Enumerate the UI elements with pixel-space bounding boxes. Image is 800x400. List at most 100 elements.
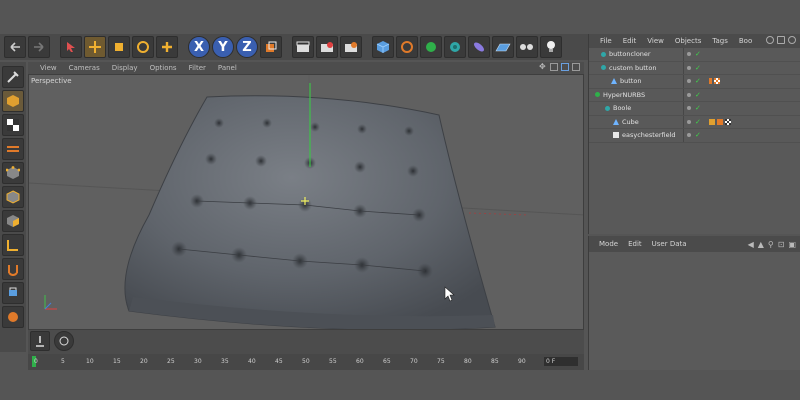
enabled-check-icon[interactable]: ✓ bbox=[695, 131, 701, 139]
render-view-icon[interactable] bbox=[292, 36, 314, 58]
coordinate-system-icon[interactable] bbox=[260, 36, 282, 58]
om-menu-tags[interactable]: Tags bbox=[712, 37, 728, 45]
viewport-zoom-icon[interactable] bbox=[550, 63, 558, 71]
current-frame-field[interactable]: 0 F bbox=[544, 357, 578, 366]
cube-object-icon[interactable] bbox=[372, 36, 394, 58]
enabled-check-icon[interactable]: ✓ bbox=[695, 77, 701, 85]
workplane-icon[interactable] bbox=[2, 138, 24, 160]
lock-workplane-icon[interactable] bbox=[2, 306, 24, 328]
tree-item-cube[interactable]: Cube ✓ bbox=[589, 116, 800, 129]
tag-icon[interactable] bbox=[717, 118, 723, 125]
viewport-menu-display[interactable]: Display bbox=[112, 64, 138, 72]
visibility-dot[interactable] bbox=[687, 133, 691, 137]
texture-mode-icon[interactable] bbox=[2, 114, 24, 136]
lock-icon[interactable]: ⊡ bbox=[778, 240, 785, 249]
add-icon[interactable] bbox=[156, 36, 178, 58]
tag-icon[interactable] bbox=[709, 78, 712, 84]
viewport-menu-cameras[interactable]: Cameras bbox=[69, 64, 100, 72]
enabled-check-icon[interactable]: ✓ bbox=[695, 118, 701, 126]
om-menu-view[interactable]: View bbox=[647, 37, 664, 45]
x-axis-icon[interactable]: X bbox=[188, 36, 210, 58]
floor-icon[interactable] bbox=[492, 36, 514, 58]
spline-pen-icon[interactable] bbox=[396, 36, 418, 58]
enabled-check-icon[interactable]: ✓ bbox=[695, 104, 701, 112]
timeline-record-icon[interactable] bbox=[54, 331, 74, 351]
texture-tag-icon[interactable] bbox=[714, 78, 720, 84]
make-editable-icon[interactable] bbox=[2, 66, 24, 88]
viewport-maximize-icon[interactable] bbox=[572, 63, 580, 71]
tree-item-hypernurbs[interactable]: HyperNURBS ✓ bbox=[589, 89, 800, 102]
deformer-icon[interactable] bbox=[468, 36, 490, 58]
edges-mode-icon[interactable] bbox=[2, 186, 24, 208]
nurbs-icon[interactable] bbox=[420, 36, 442, 58]
y-axis-icon[interactable]: Y bbox=[212, 36, 234, 58]
snap-icon[interactable] bbox=[2, 282, 24, 304]
visibility-dot[interactable] bbox=[687, 52, 691, 56]
tree-item-label: Cube bbox=[622, 117, 639, 126]
enabled-check-icon[interactable]: ✓ bbox=[695, 91, 701, 99]
viewport-move-icon[interactable]: ✥ bbox=[539, 63, 547, 71]
render-picture-viewer-icon[interactable] bbox=[316, 36, 338, 58]
om-home-icon[interactable] bbox=[777, 36, 785, 44]
search-icon[interactable]: ⚲ bbox=[768, 240, 774, 249]
viewport-menu-filter[interactable]: Filter bbox=[189, 64, 206, 72]
frame-label: 35 bbox=[221, 358, 229, 365]
tweak-mode-icon[interactable] bbox=[2, 258, 24, 280]
visibility-dot[interactable] bbox=[687, 106, 691, 110]
polygons-mode-icon[interactable] bbox=[2, 210, 24, 232]
points-mode-icon[interactable] bbox=[2, 162, 24, 184]
tree-item-button[interactable]: button ✓ bbox=[589, 75, 800, 89]
enabled-check-icon[interactable]: ✓ bbox=[695, 50, 701, 58]
redo-icon[interactable] bbox=[28, 36, 50, 58]
om-settings-icon[interactable] bbox=[788, 36, 796, 44]
am-menu-mode[interactable]: Mode bbox=[599, 240, 618, 248]
om-toolbar bbox=[766, 36, 796, 44]
render-settings-icon[interactable] bbox=[340, 36, 362, 58]
om-menu-objects[interactable]: Objects bbox=[675, 37, 701, 45]
om-menu-edit[interactable]: Edit bbox=[623, 37, 637, 45]
visibility-dot[interactable] bbox=[687, 65, 691, 70]
om-search-icon[interactable] bbox=[766, 36, 774, 44]
om-menu-file[interactable]: File bbox=[600, 37, 612, 45]
enabled-check-icon[interactable]: ✓ bbox=[695, 64, 701, 72]
model-mode-icon[interactable] bbox=[2, 90, 24, 112]
new-panel-icon[interactable]: ▣ bbox=[788, 240, 796, 249]
z-axis-icon[interactable]: Z bbox=[236, 36, 258, 58]
viewport-menu-view[interactable]: View bbox=[40, 64, 57, 72]
array-icon[interactable] bbox=[444, 36, 466, 58]
up-arrow-icon[interactable]: ▲ bbox=[758, 240, 764, 249]
am-menu-edit[interactable]: Edit bbox=[628, 240, 642, 248]
visibility-dot[interactable] bbox=[687, 92, 691, 97]
tag-icon[interactable] bbox=[709, 118, 715, 125]
texture-tag-icon[interactable] bbox=[725, 118, 731, 125]
tree-item-custom-button[interactable]: custom button ✓ bbox=[589, 62, 800, 75]
rotate-icon[interactable] bbox=[132, 36, 154, 58]
viewport-menu-options[interactable]: Options bbox=[150, 64, 177, 72]
camera-icon[interactable] bbox=[516, 36, 538, 58]
scale-icon[interactable] bbox=[108, 36, 130, 58]
world-axis-gizmo bbox=[44, 295, 57, 310]
visibility-dot[interactable] bbox=[687, 119, 691, 124]
viewport-menu-panel[interactable]: Panel bbox=[218, 64, 237, 72]
select-arrow-icon[interactable] bbox=[60, 36, 82, 58]
om-menu-bookmarks[interactable]: Boo bbox=[739, 37, 752, 45]
axis-mode-icon[interactable] bbox=[2, 234, 24, 256]
timeline-ruler[interactable]: 0 5 10 15 20 25 30 35 40 45 50 55 60 65 … bbox=[28, 354, 584, 370]
back-arrow-icon[interactable]: ◀ bbox=[748, 240, 754, 249]
tree-item-boole[interactable]: Boole ✓ bbox=[589, 102, 800, 116]
frame-label: 20 bbox=[140, 358, 148, 365]
frame-label: 25 bbox=[167, 358, 175, 365]
tree-item-label: Boole bbox=[613, 104, 632, 113]
tree-item-buttoncloner[interactable]: buttoncloner ✓ bbox=[589, 48, 800, 62]
perspective-viewport[interactable]: Perspective bbox=[28, 74, 584, 330]
tree-item-label: button bbox=[620, 77, 642, 86]
visibility-dot[interactable] bbox=[687, 79, 691, 83]
tree-item-easychesterfield[interactable]: easychesterfield ✓ bbox=[589, 129, 800, 143]
move-icon[interactable] bbox=[84, 36, 106, 58]
undo-icon[interactable] bbox=[4, 36, 26, 58]
timeline-key-icon[interactable] bbox=[30, 331, 50, 351]
am-menu-user-data[interactable]: User Data bbox=[652, 240, 687, 248]
viewport-rotate-icon[interactable] bbox=[561, 63, 569, 71]
frame-label: 85 bbox=[491, 358, 499, 365]
light-icon[interactable] bbox=[540, 36, 562, 58]
